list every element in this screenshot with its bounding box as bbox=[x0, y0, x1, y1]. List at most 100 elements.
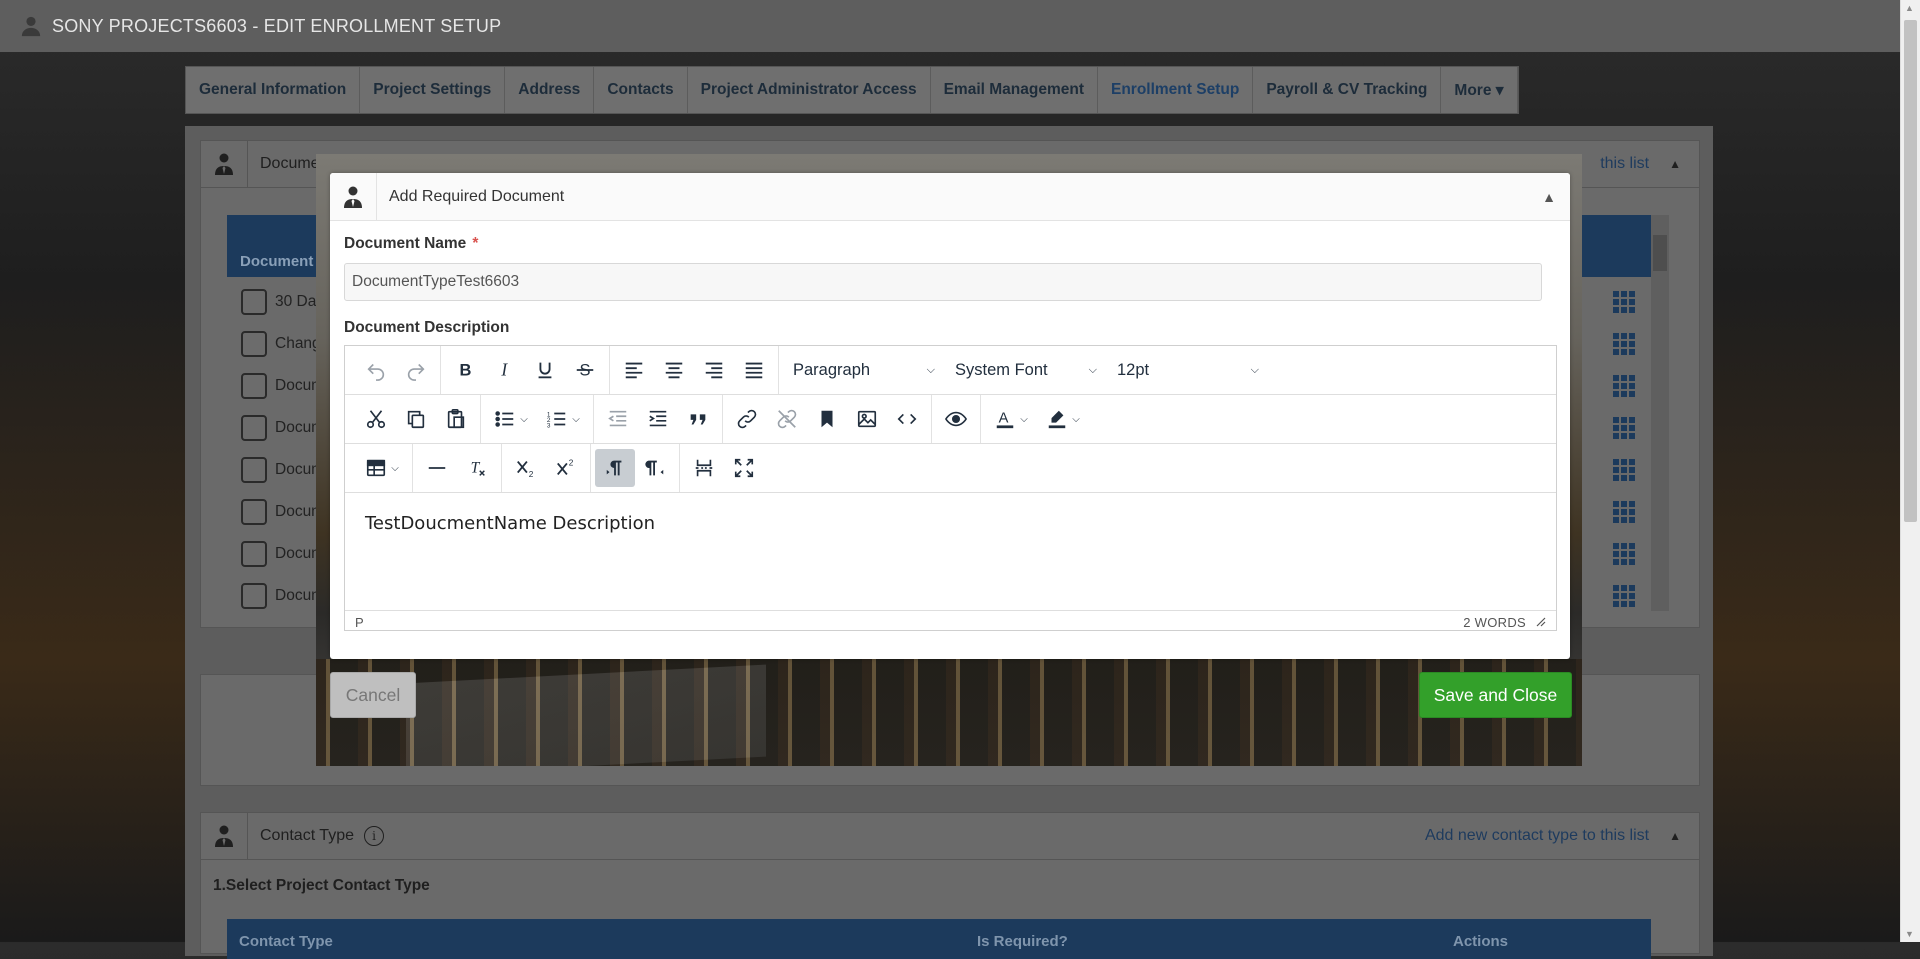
page-title: SONY PROJECTS6603 - EDIT ENROLLMENT SETU… bbox=[52, 15, 502, 36]
preview-button[interactable] bbox=[936, 400, 976, 438]
superscript-button[interactable]: 2 bbox=[546, 449, 586, 487]
collapse-caret-icon[interactable]: ▲ bbox=[1669, 829, 1681, 843]
tab-email-management[interactable]: Email Management bbox=[931, 67, 1098, 113]
row-checkbox[interactable] bbox=[241, 415, 267, 441]
user-icon bbox=[21, 16, 41, 37]
element-path[interactable]: P bbox=[355, 615, 364, 630]
browser-scrollbar-thumb[interactable] bbox=[1904, 20, 1917, 522]
code-button[interactable] bbox=[887, 400, 927, 438]
chevron-down-icon: ⌵ bbox=[391, 462, 399, 474]
preview-group bbox=[932, 395, 981, 443]
font-size-value: 12pt bbox=[1117, 360, 1150, 379]
tab-project-administrator-access[interactable]: Project Administrator Access bbox=[688, 67, 931, 113]
documents-scrollbar[interactable] bbox=[1651, 215, 1669, 611]
contact-type-subtitle: 1.Select Project Contact Type bbox=[213, 877, 430, 894]
history-group bbox=[352, 346, 441, 394]
tab-more[interactable]: More ▾ bbox=[1441, 67, 1518, 113]
row-checkbox[interactable] bbox=[241, 331, 267, 357]
info-icon[interactable]: i bbox=[363, 826, 384, 846]
browser-scrollbar[interactable]: ▲ ▼ bbox=[1900, 0, 1920, 942]
fullscreen-button[interactable] bbox=[724, 449, 764, 487]
align-center-button[interactable] bbox=[654, 351, 694, 389]
collapse-caret-icon[interactable]: ▲ bbox=[1542, 189, 1556, 205]
image-button[interactable] bbox=[847, 400, 887, 438]
documents-scrollbar-thumb[interactable] bbox=[1653, 235, 1667, 271]
grid-menu-icon[interactable] bbox=[1613, 501, 1635, 523]
rtl-button[interactable] bbox=[635, 449, 675, 487]
strikethrough-button[interactable]: S bbox=[565, 351, 605, 389]
chevron-down-icon: ⌵ bbox=[572, 413, 580, 425]
paste-button[interactable] bbox=[436, 400, 476, 438]
contact-type-panel: Contact Type i Add new contact type to t… bbox=[200, 812, 1700, 959]
scroll-down-arrow-icon[interactable]: ▼ bbox=[1905, 929, 1914, 939]
title-bar: SONY PROJECTS6603 - EDIT ENROLLMENT SETU… bbox=[0, 0, 1901, 52]
ltr-button[interactable] bbox=[595, 449, 635, 487]
link-button[interactable] bbox=[727, 400, 767, 438]
redo-button[interactable] bbox=[396, 351, 436, 389]
numbered-list-button[interactable]: 1 2 3 ⌵ bbox=[537, 400, 589, 438]
indent-button[interactable] bbox=[638, 400, 678, 438]
clear-formatting-button[interactable]: T bbox=[457, 449, 497, 487]
grid-menu-icon[interactable] bbox=[1613, 417, 1635, 439]
font-family-select[interactable]: System Font ⌵ bbox=[945, 351, 1107, 389]
justify-button[interactable] bbox=[734, 351, 774, 389]
block-format-select[interactable]: Paragraph ⌵ bbox=[783, 351, 945, 389]
tab-enrollment-setup[interactable]: Enrollment Setup bbox=[1098, 67, 1254, 113]
resize-handle-icon[interactable] bbox=[1536, 617, 1546, 627]
unlink-button[interactable] bbox=[767, 400, 807, 438]
grid-menu-icon[interactable] bbox=[1613, 333, 1635, 355]
add-document-link[interactable]: this list bbox=[1600, 155, 1649, 173]
collapse-caret-icon[interactable]: ▲ bbox=[1669, 157, 1681, 171]
row-checkbox[interactable] bbox=[241, 499, 267, 525]
tab-project-settings[interactable]: Project Settings bbox=[360, 67, 506, 113]
tab-address[interactable]: Address bbox=[505, 67, 595, 113]
grid-menu-icon[interactable] bbox=[1613, 459, 1635, 481]
row-checkbox[interactable] bbox=[241, 541, 267, 567]
contact-grid-header: Contact Type Is Required? Actions bbox=[227, 919, 1651, 959]
cancel-button[interactable]: Cancel bbox=[330, 672, 416, 718]
italic-button[interactable]: I bbox=[485, 351, 525, 389]
grid-menu-icon[interactable] bbox=[1613, 291, 1635, 313]
save-and-close-button[interactable]: Save and Close bbox=[1419, 672, 1572, 718]
align-right-button[interactable] bbox=[694, 351, 734, 389]
blockquote-button[interactable] bbox=[678, 400, 718, 438]
tab-general-information[interactable]: General Information bbox=[186, 67, 361, 113]
grid-menu-icon[interactable] bbox=[1613, 375, 1635, 397]
subscript-button[interactable]: 2 bbox=[506, 449, 546, 487]
select-group: Paragraph ⌵ System Font ⌵ 12pt ⌵ bbox=[779, 346, 1273, 394]
modal-header: Add Required Document ▲ bbox=[330, 173, 1570, 221]
bullet-list-button[interactable]: ⌵ bbox=[485, 400, 537, 438]
row-label: 30 Da bbox=[275, 293, 317, 310]
table-button[interactable]: ⌵ bbox=[356, 449, 408, 487]
row-checkbox[interactable] bbox=[241, 457, 267, 483]
horizontal-rule-button[interactable] bbox=[417, 449, 457, 487]
copy-button[interactable] bbox=[396, 400, 436, 438]
contact-type-title: Contact Type bbox=[260, 827, 354, 844]
tab-payroll-cv-tracking[interactable]: Payroll & CV Tracking bbox=[1253, 67, 1442, 113]
scroll-up-arrow-icon[interactable]: ▲ bbox=[1905, 3, 1914, 13]
row-checkbox[interactable] bbox=[241, 583, 267, 609]
text-color-button[interactable]: A ⌵ bbox=[985, 400, 1037, 438]
underline-button[interactable] bbox=[525, 351, 565, 389]
tab-contacts[interactable]: Contacts bbox=[594, 67, 688, 113]
bookmark-button[interactable] bbox=[807, 400, 847, 438]
row-checkbox[interactable] bbox=[241, 373, 267, 399]
row-label: Chang bbox=[275, 335, 321, 352]
person-tie-icon bbox=[201, 141, 248, 187]
undo-button[interactable] bbox=[356, 351, 396, 389]
svg-text:B: B bbox=[460, 362, 472, 380]
row-checkbox[interactable] bbox=[241, 289, 267, 315]
grid-menu-icon[interactable] bbox=[1613, 543, 1635, 565]
page-break-button[interactable] bbox=[684, 449, 724, 487]
document-name-input[interactable] bbox=[344, 263, 1542, 301]
outdent-button[interactable] bbox=[598, 400, 638, 438]
bold-button[interactable]: B bbox=[445, 351, 485, 389]
cut-button[interactable] bbox=[356, 400, 396, 438]
editor-content-area[interactable]: TestDoucmentName Description bbox=[345, 493, 1556, 611]
align-left-button[interactable] bbox=[614, 351, 654, 389]
font-size-select[interactable]: 12pt ⌵ bbox=[1107, 351, 1269, 389]
add-contact-type-link[interactable]: Add new contact type to this list bbox=[1425, 827, 1649, 845]
word-count[interactable]: 2 WORDS bbox=[1463, 615, 1526, 630]
grid-menu-icon[interactable] bbox=[1613, 585, 1635, 607]
highlight-color-button[interactable]: ⌵ bbox=[1037, 400, 1089, 438]
